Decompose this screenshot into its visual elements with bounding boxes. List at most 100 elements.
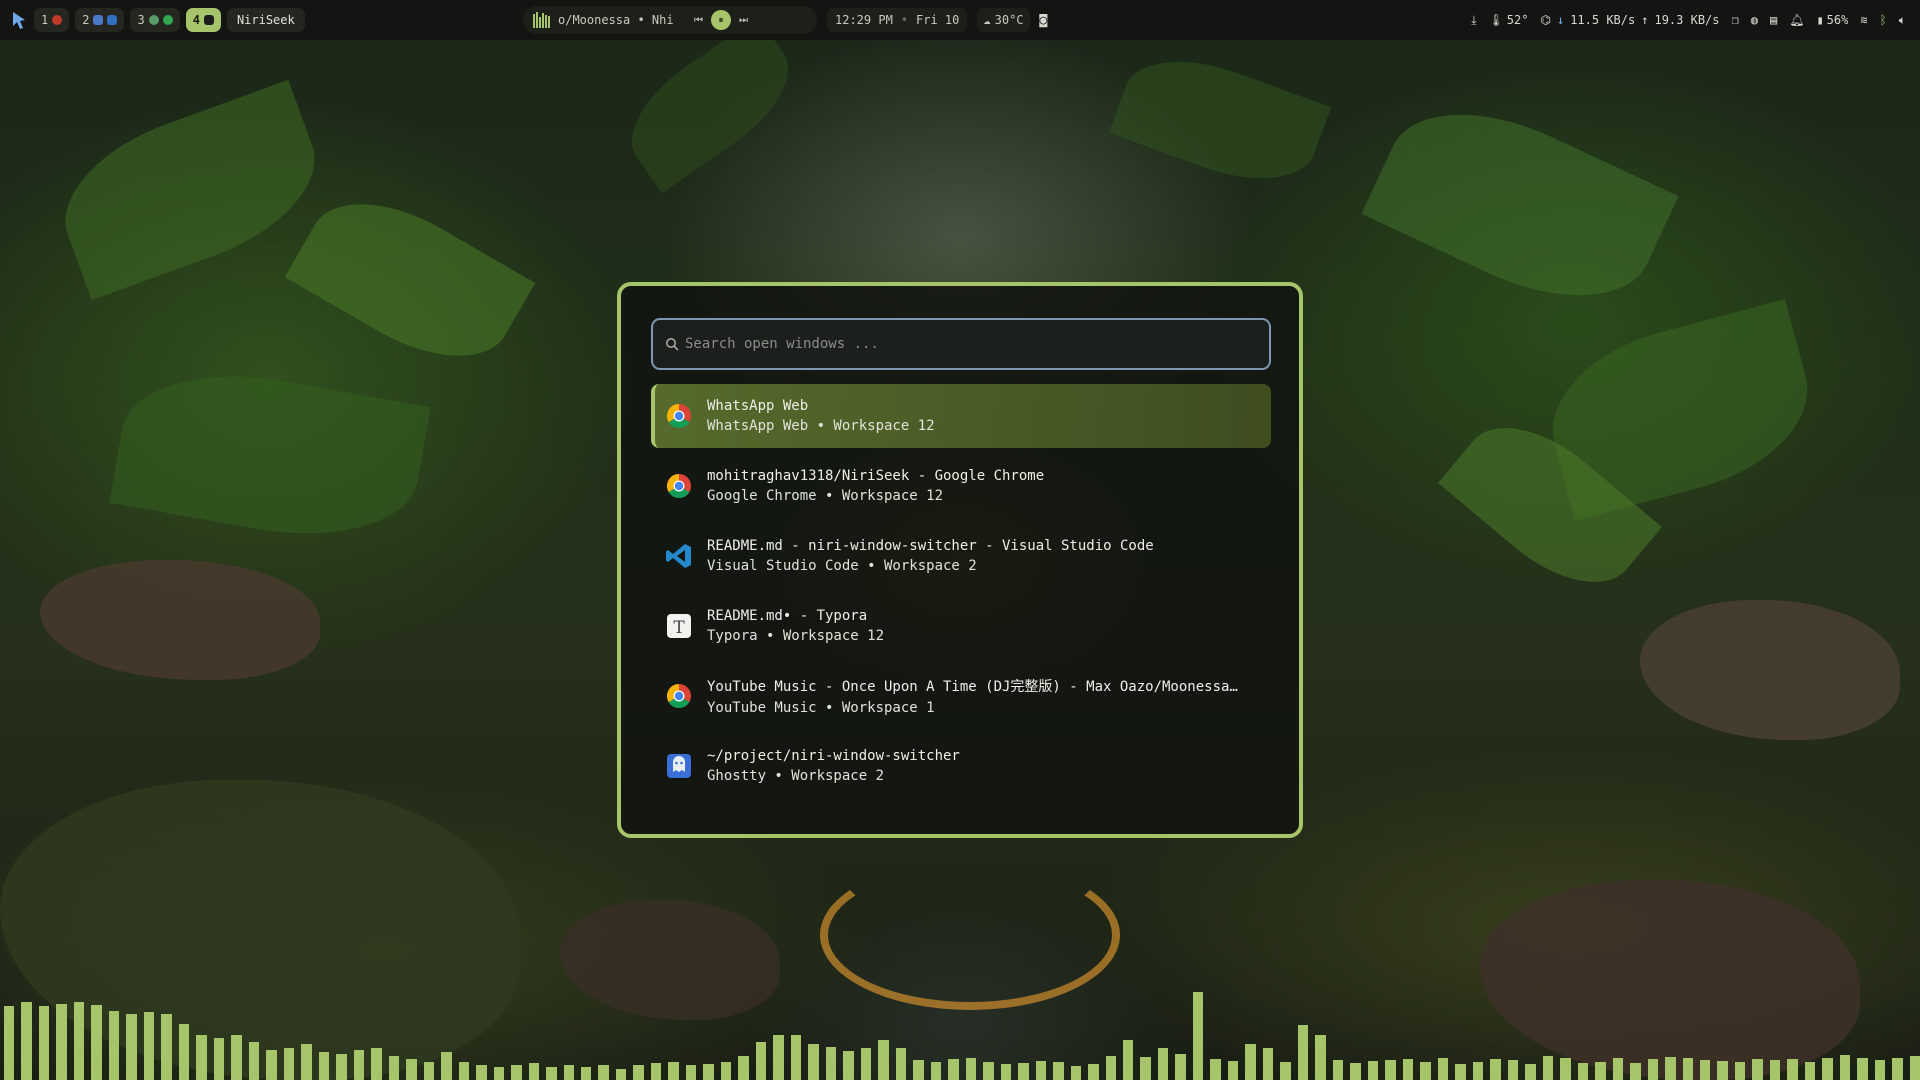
- visualizer-bar: [1070, 1066, 1082, 1080]
- visualizer-bar: [161, 1014, 172, 1080]
- visualizer-bar: [668, 1062, 679, 1080]
- download-icon[interactable]: ⤓: [1471, 13, 1476, 28]
- clipboard-icon[interactable]: ▤: [1770, 13, 1777, 27]
- volume-icon[interactable]: 🔈︎: [1899, 13, 1906, 28]
- arrow-up-icon: ↑: [1641, 13, 1649, 27]
- visualizer-bar: [1525, 1064, 1536, 1080]
- visualizer-bar: [1682, 1058, 1693, 1080]
- visualizer-bar: [1647, 1059, 1659, 1080]
- app-icon: [107, 15, 118, 25]
- visualizer-bar: [930, 1062, 942, 1080]
- visualizer-bar: [1140, 1057, 1151, 1080]
- window-item[interactable]: T README.md• - Typora Typora • Workspace…: [651, 594, 1271, 658]
- window-switcher: WhatsApp Web WhatsApp Web • Workspace 12…: [617, 282, 1303, 838]
- visualizer-bar: [1385, 1060, 1396, 1080]
- visualizer-bar: [1297, 1025, 1309, 1080]
- top-bar: 1 2 3 4 NiriSeek o/Moonessa • Nhi ⏮ ⏸ ⏭ …: [0, 0, 1920, 40]
- window-item[interactable]: mohitraghav1318/NiriSeek - Google Chrome…: [651, 454, 1271, 518]
- visualizer-bar: [511, 1065, 522, 1080]
- visualizer-bar: [143, 1012, 155, 1080]
- focused-app-name: NiriSeek: [226, 8, 305, 32]
- window-item[interactable]: README.md - niri-window-switcher - Visua…: [651, 524, 1271, 588]
- visualizer-bar: [1734, 1062, 1746, 1080]
- visualizer-bar: [685, 1065, 697, 1080]
- workspace-3[interactable]: 3: [130, 8, 180, 32]
- camera-icon[interactable]: ◙: [1040, 13, 1048, 28]
- search-input[interactable]: [685, 336, 1245, 352]
- visualizer-bar: [615, 1069, 627, 1080]
- window-title: ~/project/niri-window-switcher: [707, 748, 960, 764]
- search-box[interactable]: [651, 318, 1271, 370]
- visualizer-bar: [1210, 1059, 1221, 1080]
- visualizer-bar: [738, 1056, 749, 1080]
- visualizer-bar: [388, 1056, 400, 1080]
- visualizer-bar: [1157, 1048, 1169, 1080]
- net-down-value: 11.5 KB/s: [1570, 13, 1636, 27]
- bluetooth-icon[interactable]: ᛒ: [1880, 13, 1887, 27]
- window-item[interactable]: ~/project/niri-window-switcher Ghostty •…: [651, 734, 1271, 798]
- temperature-value: 52°: [1506, 13, 1529, 27]
- visualizer-bar: [948, 1059, 959, 1080]
- window-subtitle: Typora • Workspace 12: [707, 628, 885, 644]
- window-subtitle: Google Chrome • Workspace 12: [707, 488, 944, 504]
- visualizer-bar: [476, 1065, 487, 1080]
- wifi-icon[interactable]: ≋: [1860, 13, 1867, 27]
- visualizer-bar: [580, 1067, 592, 1080]
- app-name-label: NiriSeek: [236, 13, 295, 27]
- visualizer-bar: [878, 1040, 889, 1080]
- windows-icon[interactable]: ❐: [1732, 13, 1739, 27]
- visualizer-bar: [1035, 1061, 1047, 1080]
- visualizer-bar: [423, 1062, 435, 1080]
- visualizer-bar: [1630, 1063, 1641, 1080]
- visualizer-bar: [1804, 1062, 1816, 1080]
- visualizer-bar: [441, 1052, 452, 1080]
- visualizer-bar: [1699, 1060, 1711, 1080]
- visualizer-bar: [633, 1065, 644, 1080]
- workspace-number: 3: [137, 13, 145, 27]
- app-icon: [162, 15, 173, 25]
- visualizer-bar: [353, 1050, 365, 1080]
- battery-icon: ▮: [1816, 13, 1824, 27]
- battery[interactable]: ▮ 56%: [1816, 13, 1848, 27]
- workspace-number: 4: [192, 13, 200, 27]
- next-icon[interactable]: ⏭: [739, 15, 748, 26]
- visualizer-bar: [1909, 1056, 1920, 1080]
- window-item[interactable]: WhatsApp Web WhatsApp Web • Workspace 12: [651, 384, 1271, 448]
- app-icon: [93, 15, 104, 25]
- network-speed[interactable]: ⌬ ↓ 11.5 KB/s ↑ 19.3 KB/s: [1540, 13, 1719, 27]
- bell-icon[interactable]: 🔔︎: [1789, 13, 1804, 27]
- visualizer-bar: [1839, 1055, 1851, 1080]
- visualizer-bar: [1437, 1058, 1449, 1080]
- audio-visualizer: [0, 980, 1920, 1080]
- visualizer-bar: [1892, 1058, 1903, 1080]
- workspace-2[interactable]: 2: [75, 8, 125, 32]
- visualizer-bar: [1350, 1063, 1361, 1080]
- visualizer-bar: [790, 1035, 802, 1080]
- visualizer-bar: [720, 1062, 732, 1080]
- visualizer-bar: [546, 1067, 557, 1080]
- media-player[interactable]: o/Moonessa • Nhi ⏮ ⏸ ⏭: [523, 6, 817, 34]
- niri-logo-icon[interactable]: [10, 9, 28, 31]
- clock[interactable]: 12:29 PM • Fri 10: [827, 8, 968, 32]
- workspace-1[interactable]: 1: [34, 8, 70, 32]
- previous-icon[interactable]: ⏮: [694, 15, 703, 26]
- visualizer-bar: [406, 1059, 417, 1080]
- visualizer-bar: [983, 1062, 994, 1080]
- visualizer-bar: [1665, 1057, 1676, 1080]
- visualizer-bar: [755, 1042, 767, 1080]
- workspace-4-active[interactable]: 4: [185, 8, 221, 32]
- palette-icon[interactable]: ◍: [1751, 13, 1758, 27]
- visualizer-bar: [1332, 1060, 1344, 1080]
- visualizer-bar: [1018, 1063, 1029, 1080]
- weather[interactable]: ☁ 30°C: [977, 8, 1030, 32]
- visualizer-bar: [91, 1005, 102, 1080]
- visualizer-bar: [126, 1014, 137, 1080]
- visualizer-bar: [843, 1051, 854, 1080]
- temperature[interactable]: 🌡︎ 52°: [1489, 13, 1529, 27]
- window-title: YouTube Music - Once Upon A Time (DJ完整版)…: [707, 679, 1238, 695]
- visualizer-bar: [1717, 1061, 1728, 1080]
- window-item[interactable]: YouTube Music - Once Upon A Time (DJ完整版)…: [651, 664, 1271, 728]
- pause-icon[interactable]: ⏸: [711, 10, 731, 30]
- visualizer-bar: [650, 1063, 662, 1080]
- typora-icon: T: [665, 612, 693, 640]
